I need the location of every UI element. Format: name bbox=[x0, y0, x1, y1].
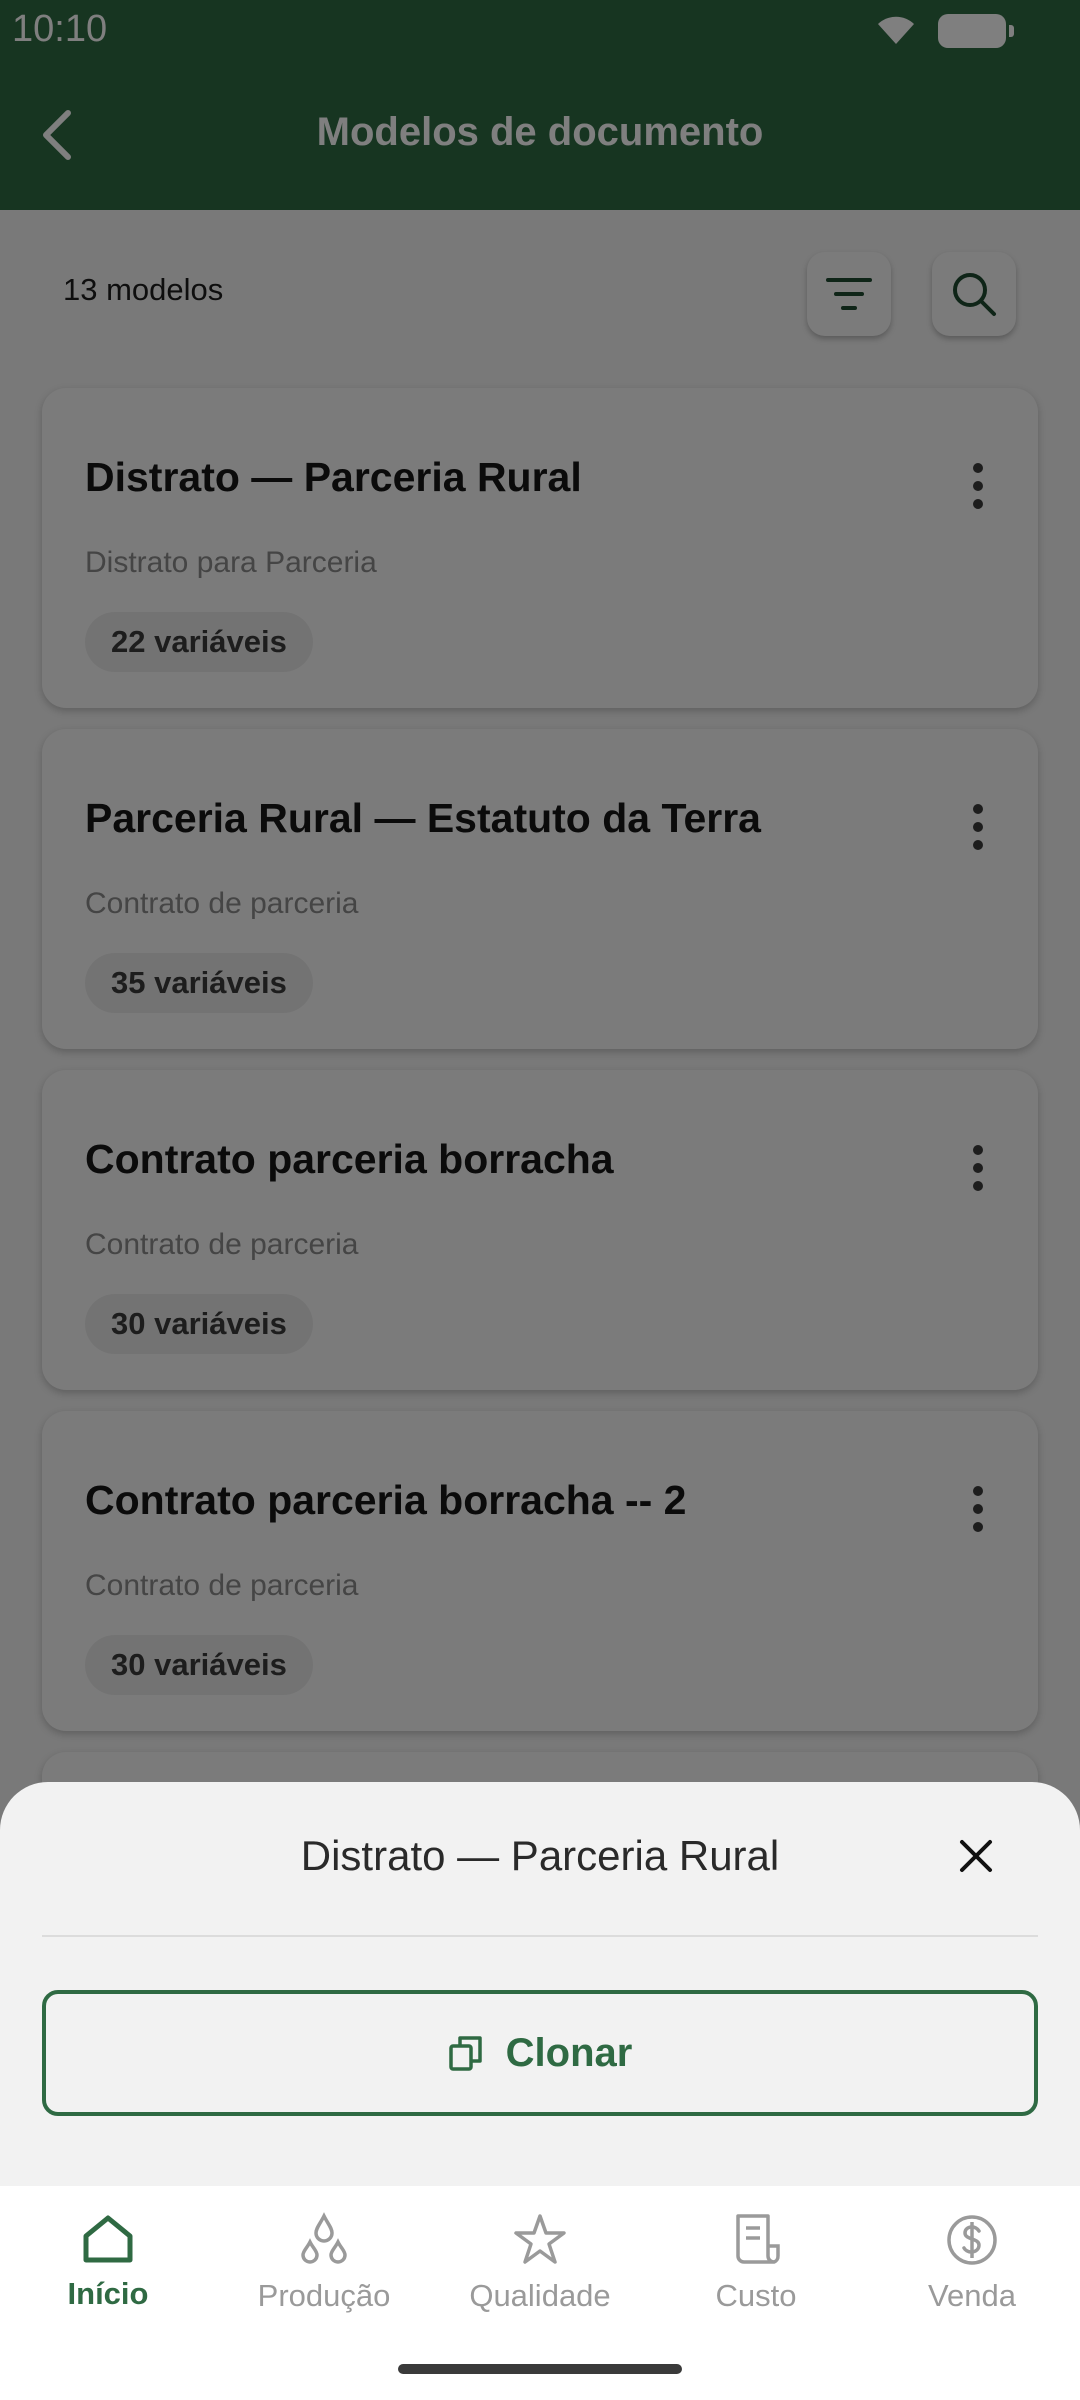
drops-icon bbox=[301, 2212, 347, 2264]
nav-label: Venda bbox=[928, 2278, 1016, 2313]
nav-label: Produção bbox=[257, 2278, 391, 2313]
clone-button[interactable]: Clonar bbox=[42, 1990, 1038, 2116]
nav-label: Custo bbox=[715, 2278, 797, 2313]
home-icon bbox=[83, 2215, 133, 2263]
clone-label: Clonar bbox=[505, 2030, 633, 2075]
receipt-icon bbox=[736, 2214, 780, 2264]
star-icon bbox=[514, 2214, 566, 2264]
nav-item-custo[interactable]: Custo bbox=[648, 2212, 864, 2342]
nav-item-inicio[interactable]: Início bbox=[0, 2212, 216, 2342]
home-indicator bbox=[398, 2364, 682, 2374]
nav-item-producao[interactable]: Produção bbox=[216, 2212, 432, 2342]
close-icon bbox=[960, 1840, 992, 1872]
divider bbox=[42, 1935, 1038, 1937]
nav-label: Início bbox=[67, 2276, 149, 2311]
copy-icon bbox=[448, 2036, 482, 2071]
sheet-title: Distrato — Parceria Rural bbox=[300, 1832, 780, 1879]
nav-item-venda[interactable]: Venda bbox=[864, 2212, 1080, 2342]
nav-label: Qualidade bbox=[469, 2278, 611, 2313]
close-button[interactable] bbox=[948, 1828, 1004, 1884]
nav-item-qualidade[interactable]: Qualidade bbox=[432, 2212, 648, 2342]
dollar-circle-icon bbox=[947, 2215, 997, 2265]
